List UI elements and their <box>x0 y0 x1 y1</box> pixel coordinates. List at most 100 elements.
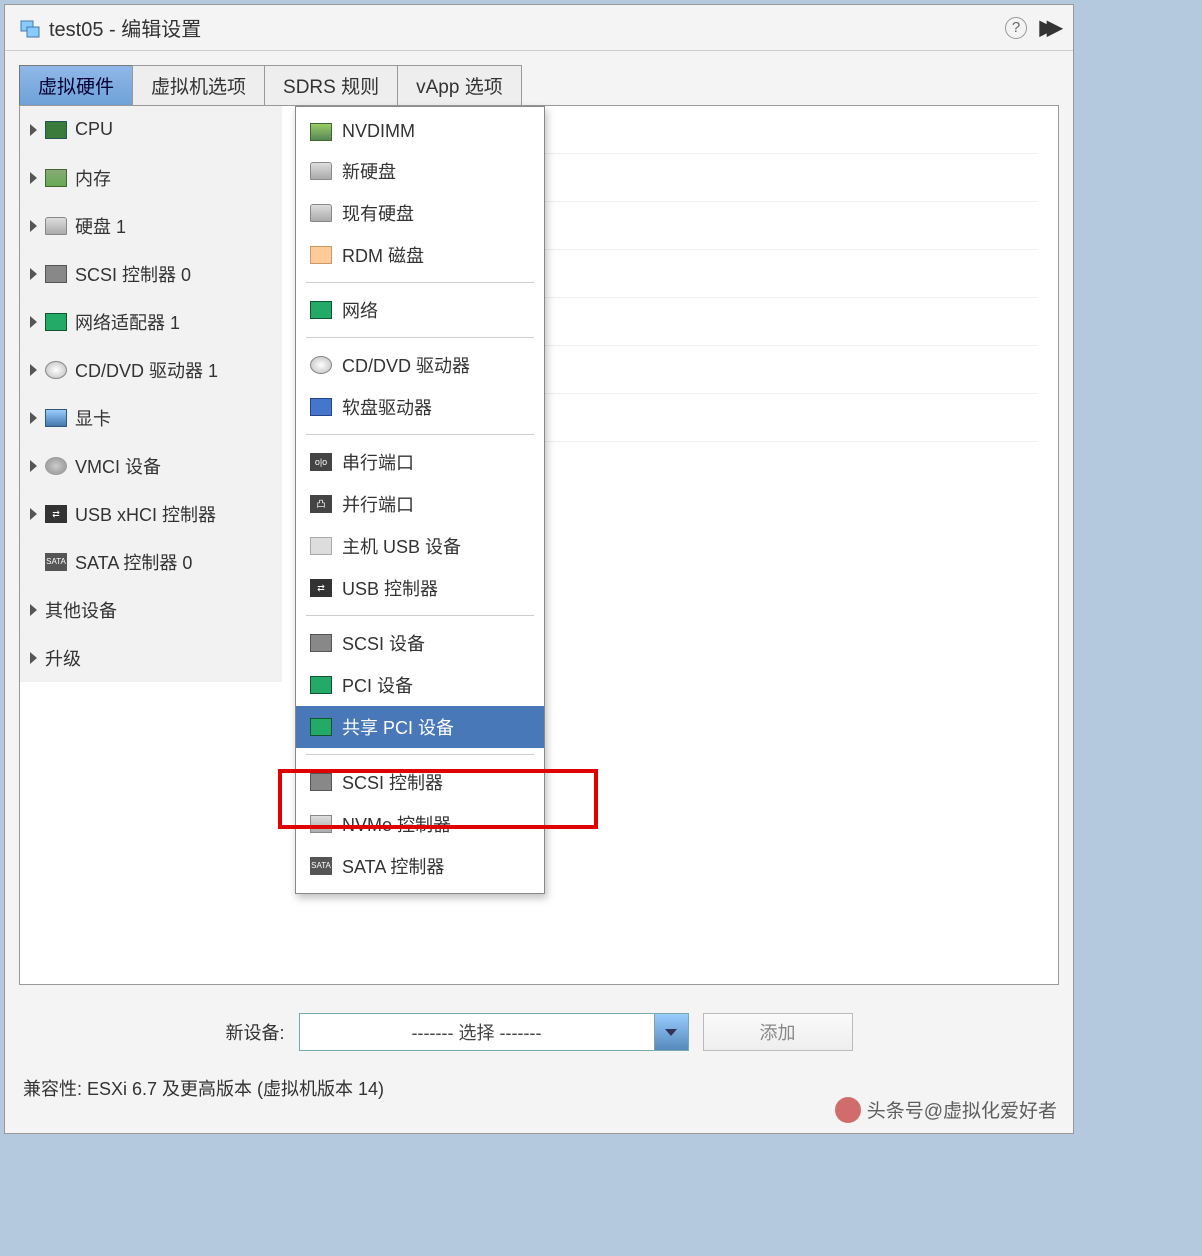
add-button[interactable]: 添加 <box>703 1013 853 1051</box>
menu-serial[interactable]: o|o 串行端口 <box>296 441 544 483</box>
nvme-icon <box>310 815 332 833</box>
vm-icon <box>19 17 41 39</box>
hw-row-disk[interactable]: 硬盘 1 <box>20 202 282 250</box>
menu-usb-ctrl[interactable]: ⇄ USB 控制器 <box>296 567 544 609</box>
dvd-icon <box>45 361 67 379</box>
hw-row-vmci[interactable]: VMCI 设备 <box>20 442 282 490</box>
hdd-icon <box>310 204 332 222</box>
network-icon <box>45 313 67 331</box>
menu-label: 网络 <box>342 297 378 323</box>
hw-row-cpu[interactable]: CPU <box>20 106 282 154</box>
menu-host-usb[interactable]: 主机 USB 设备 <box>296 525 544 567</box>
scsi-icon <box>310 634 332 652</box>
menu-existing-disk[interactable]: 现有硬盘 <box>296 192 544 234</box>
hw-row-upgrade[interactable]: 升级 <box>20 634 282 682</box>
menu-label: 并行端口 <box>342 491 414 517</box>
menu-nvme-ctrl[interactable]: NVMe 控制器 <box>296 803 544 845</box>
pci-icon <box>310 676 332 694</box>
sata-icon: SATA <box>310 857 332 875</box>
tab-vm-options[interactable]: 虚拟机选项 <box>132 65 265 105</box>
hw-row-dvd[interactable]: CD/DVD 驱动器 1 <box>20 346 282 394</box>
menu-network[interactable]: 网络 <box>296 289 544 331</box>
content-panel: CPU 内存 硬盘 1 SCSI 控制器 0 网络适配器 1 CD/DVD 驱动… <box>19 105 1059 985</box>
menu-parallel[interactable]: 凸并行端口 <box>296 483 544 525</box>
vmci-icon <box>45 457 67 475</box>
tab-vapp-options[interactable]: vApp 选项 <box>397 65 522 105</box>
tab-row: 虚拟硬件 虚拟机选项 SDRS 规则 vApp 选项 <box>19 65 1073 105</box>
menu-scsi-dev[interactable]: SCSI 设备 <box>296 622 544 664</box>
scsi-ctrl-icon <box>310 773 332 791</box>
hw-label: USB xHCI 控制器 <box>75 501 216 527</box>
sata-icon: SATA <box>45 553 67 571</box>
select-placeholder: ------- 选择 ------- <box>300 1019 654 1045</box>
menu-scsi-ctrl[interactable]: SCSI 控制器 <box>296 761 544 803</box>
menu-separator <box>306 337 534 338</box>
new-device-select[interactable]: ------- 选择 ------- <box>299 1013 689 1051</box>
hw-label: CD/DVD 驱动器 1 <box>75 357 218 383</box>
menu-label: 串行端口 <box>342 449 414 475</box>
cpu-icon <box>45 121 67 139</box>
menu-nvdimm[interactable]: NVDIMM <box>296 113 544 150</box>
menu-sata-ctrl[interactable]: SATA SATA 控制器 <box>296 845 544 887</box>
parallel-icon: 凸 <box>310 495 332 513</box>
hw-row-network[interactable]: 网络适配器 1 <box>20 298 282 346</box>
menu-label: NVDIMM <box>342 121 415 142</box>
hw-row-scsi[interactable]: SCSI 控制器 0 <box>20 250 282 298</box>
new-device-label: 新设备: <box>225 1019 284 1045</box>
disk-icon <box>45 217 67 235</box>
help-icon[interactable]: ? <box>1005 17 1027 39</box>
expand-icon[interactable]: ▶▶ <box>1035 16 1059 40</box>
menu-label: RDM 磁盘 <box>342 242 424 268</box>
hw-row-gpu[interactable]: 显卡 <box>20 394 282 442</box>
hw-label: 网络适配器 1 <box>75 309 180 335</box>
hw-label: 显卡 <box>75 405 111 431</box>
menu-label: SCSI 控制器 <box>342 769 443 795</box>
menu-label: USB 控制器 <box>342 575 438 601</box>
menu-label: SATA 控制器 <box>342 853 444 879</box>
edit-settings-window: test05 - 编辑设置 ? ▶▶ 虚拟硬件 虚拟机选项 SDRS 规则 vA… <box>4 4 1074 1134</box>
tab-virtual-hardware[interactable]: 虚拟硬件 <box>19 65 133 105</box>
menu-separator <box>306 282 534 283</box>
menu-new-disk[interactable]: 新硬盘 <box>296 150 544 192</box>
menu-label: PCI 设备 <box>342 672 413 698</box>
hw-label: 其他设备 <box>45 597 117 623</box>
select-dropdown-button[interactable] <box>654 1014 688 1050</box>
scsi-icon <box>45 265 67 283</box>
menu-label: 软盘驱动器 <box>342 394 432 420</box>
hw-label: SATA 控制器 0 <box>75 549 192 575</box>
menu-label: 共享 PCI 设备 <box>342 714 454 740</box>
hw-row-memory[interactable]: 内存 <box>20 154 282 202</box>
rdm-icon <box>310 246 332 264</box>
window-title: test05 - 编辑设置 <box>49 13 201 42</box>
menu-pci-dev[interactable]: PCI 设备 <box>296 664 544 706</box>
chevron-down-icon <box>665 1029 677 1036</box>
menu-separator <box>306 754 534 755</box>
hw-row-other[interactable]: 其他设备 <box>20 586 282 634</box>
hw-label: VMCI 设备 <box>75 453 161 479</box>
tab-sdrs-rules[interactable]: SDRS 规则 <box>264 65 398 105</box>
hw-row-usbxhci[interactable]: ⇄USB xHCI 控制器 <box>20 490 282 538</box>
menu-separator <box>306 615 534 616</box>
menu-label: 新硬盘 <box>342 158 396 184</box>
menu-rdm-disk[interactable]: RDM 磁盘 <box>296 234 544 276</box>
menu-shared-pci[interactable]: 共享 PCI 设备 <box>296 706 544 748</box>
usb-icon: ⇄ <box>310 579 332 597</box>
menu-label: SCSI 设备 <box>342 630 425 656</box>
menu-separator <box>306 434 534 435</box>
add-label: 添加 <box>760 1019 796 1045</box>
hw-label: 硬盘 1 <box>75 213 126 239</box>
dvd-icon <box>310 356 332 374</box>
menu-label: CD/DVD 驱动器 <box>342 352 470 378</box>
hostusb-icon <box>310 537 332 555</box>
network-icon <box>310 301 332 319</box>
serial-icon: o|o <box>310 453 332 471</box>
menu-label: 现有硬盘 <box>342 200 414 226</box>
hdd-icon <box>310 162 332 180</box>
hardware-list: CPU 内存 硬盘 1 SCSI 控制器 0 网络适配器 1 CD/DVD 驱动… <box>20 106 282 682</box>
hw-label: 升级 <box>45 645 81 671</box>
hw-label: 内存 <box>75 165 111 191</box>
avatar-icon <box>835 1097 861 1123</box>
menu-cddvd[interactable]: CD/DVD 驱动器 <box>296 344 544 386</box>
hw-row-sata[interactable]: SATA SATA 控制器 0 <box>20 538 282 586</box>
menu-floppy[interactable]: 软盘驱动器 <box>296 386 544 428</box>
